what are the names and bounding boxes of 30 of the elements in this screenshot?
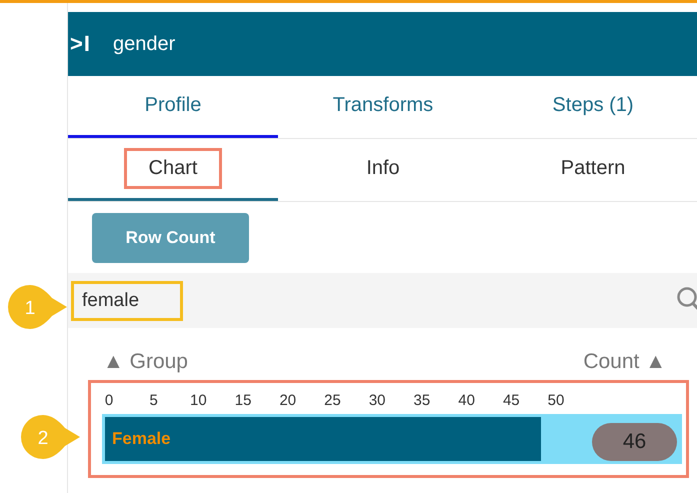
tab-label: Info: [365, 156, 401, 181]
scale-label: 30: [368, 392, 386, 409]
tab[interactable]: Pattern: [488, 139, 697, 201]
tab[interactable]: Info: [278, 139, 488, 201]
count-badge: 46: [592, 423, 677, 461]
highlight-frame: Chart: [124, 148, 222, 189]
row-count-button[interactable]: Row Count: [92, 213, 249, 263]
callout-marker: 1: [7, 284, 69, 330]
scale-label: 35: [414, 392, 430, 409]
scale-label: 45: [502, 392, 520, 409]
scale-label: 10: [190, 392, 207, 409]
collapse-toggle[interactable]: >I: [68, 31, 91, 57]
group-header[interactable]: ▲ Group: [103, 350, 188, 374]
count-header[interactable]: Count ▲: [583, 350, 666, 374]
scale-label: 25: [324, 392, 341, 409]
tab[interactable]: Profile: [68, 76, 278, 138]
scale-label: 20: [279, 392, 296, 409]
column-title: gender: [112, 32, 176, 56]
scale-label: 15: [234, 392, 252, 409]
tab[interactable]: Transforms: [278, 76, 488, 138]
tab[interactable]: Steps (1): [488, 76, 697, 138]
tab-label: Pattern: [560, 156, 626, 181]
tab[interactable]: Chart: [68, 139, 278, 201]
scale-label: 40: [458, 392, 475, 409]
scale-label: 50: [548, 392, 564, 409]
callout-marker: 2: [20, 414, 82, 460]
scale-label: 0: [104, 392, 114, 409]
scale-label: 5: [150, 392, 158, 409]
search-field[interactable]: female: [71, 280, 183, 320]
group-label: Female: [112, 429, 171, 449]
